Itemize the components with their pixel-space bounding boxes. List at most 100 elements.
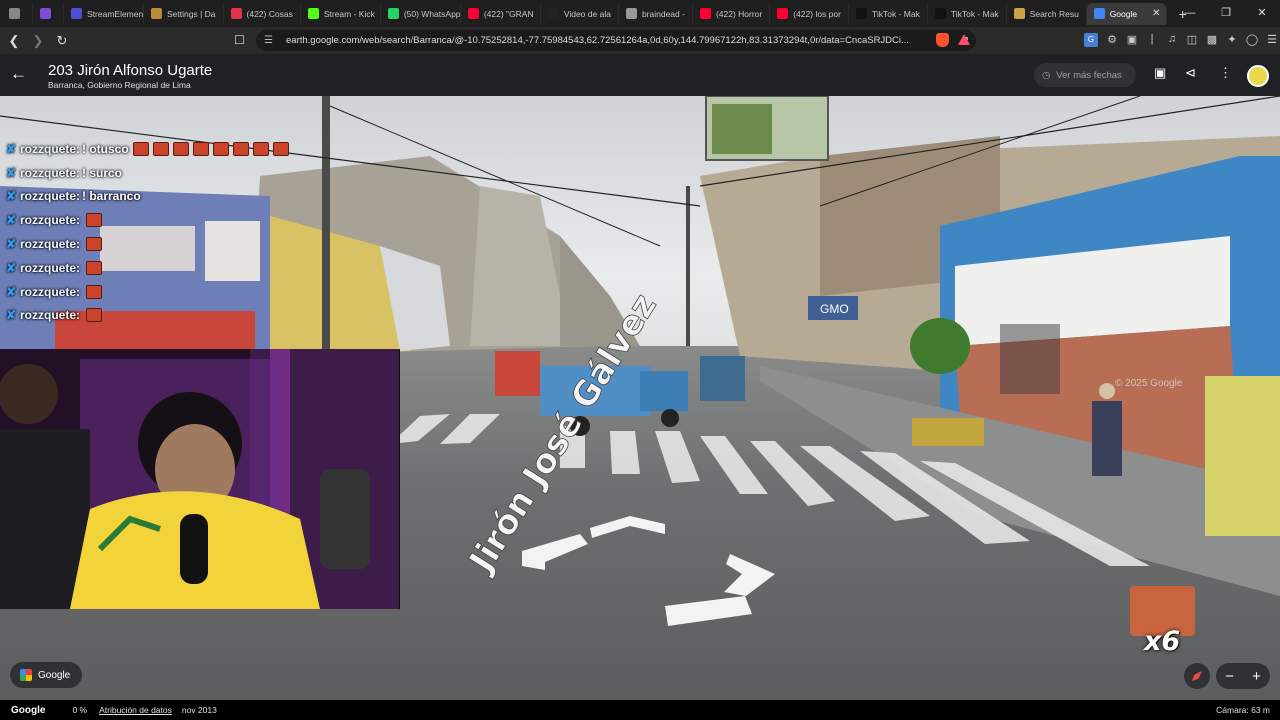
tab-label: (422) "GRAN: [483, 8, 534, 19]
browser-tab[interactable]: Settings | Da: [144, 2, 224, 25]
tab-favicon-icon: [467, 8, 479, 19]
zoom-in-icon[interactable]: +: [1252, 668, 1261, 685]
browser-tab[interactable]: Google ✕: [1086, 2, 1167, 25]
chat-emote-icon: [86, 260, 102, 275]
window-controls: — ❐ ✕: [1172, 0, 1280, 27]
chat-message: ✘ rozzquete:! barranco: [6, 185, 296, 209]
browser-tab[interactable]: Stream - Kick: [301, 2, 381, 25]
sidebar-icon[interactable]: ◫: [1182, 33, 1202, 47]
avatar[interactable]: [1247, 65, 1269, 87]
forward-icon[interactable]: ❯: [28, 33, 48, 49]
menu-icon[interactable]: ☰: [1262, 33, 1280, 47]
extensions-area: G ⚙ ▣ | ♫ ◫ ▩ ✦ ◯ ☰: [1084, 33, 1280, 47]
tab-favicon-icon: [40, 8, 51, 19]
wallet-icon[interactable]: ▩: [1202, 33, 1222, 47]
tab-label: Search Resu: [1029, 8, 1079, 19]
google-logo: Google: [11, 704, 46, 716]
tab-label: StreamElements: [87, 8, 144, 19]
google-layers-chip[interactable]: Google: [10, 662, 82, 688]
twitter-badge-icon: ✘: [6, 213, 17, 228]
browser-tab[interactable]: (422) Cosas: [224, 2, 301, 25]
chat-emote-icon: [192, 141, 209, 156]
tab-label: TikTok - Mak: [950, 8, 999, 19]
share-icon[interactable]: ⊲: [1185, 65, 1196, 81]
tab-favicon-icon: [777, 8, 789, 19]
tab-favicon-icon: [71, 8, 82, 19]
more-vert-icon[interactable]: ⋮: [1219, 65, 1232, 81]
browser-tab[interactable]: Video de ala: [541, 2, 619, 25]
browser-tab[interactable]: (422) Horror: [693, 2, 771, 25]
site-info-icon[interactable]: ☰: [264, 35, 278, 46]
address-url[interactable]: earth.google.com/web/search/Barranca/@-1…: [286, 35, 932, 46]
more-dates-button[interactable]: ◷ Ver más fechas: [1034, 63, 1136, 87]
back-icon[interactable]: ❮: [4, 33, 24, 49]
tab-label: Stream - Kick: [323, 8, 375, 19]
tab-favicon-icon: [230, 8, 242, 19]
chat-text: ! surco: [82, 165, 123, 180]
bookmark-icon[interactable]: ☐: [234, 33, 245, 47]
tab-favicon-icon: [9, 8, 20, 19]
minimize-icon[interactable]: —: [1172, 0, 1208, 27]
divider-icon: |: [1150, 33, 1154, 45]
browser-tab[interactable]: Search Resu: [1007, 2, 1087, 25]
brave-shields-icon[interactable]: [936, 33, 949, 47]
chat-emote-icon: [132, 141, 149, 156]
camera-altitude: Cámara: 63 m: [1216, 705, 1270, 715]
chat-emote-icon: [152, 141, 169, 156]
tab-label: (422) los por: [793, 8, 841, 19]
leo-icon[interactable]: ✦: [1222, 33, 1242, 47]
chat-username: rozzquete:: [20, 189, 80, 204]
earth-header: ← 203 Jirón Alfonso Ugarte Barranca, Gob…: [0, 54, 1280, 96]
chat-username: rozzquete:: [20, 284, 80, 299]
chat-emote-icon: [86, 237, 102, 252]
stream-chat-overlay: ✘ rozzquete:! otusco ✘ rozzquete:! surco ✘ ro…: [6, 137, 296, 327]
twitter-badge-icon: ✘: [6, 189, 17, 204]
tab-favicon-icon: [547, 8, 559, 19]
browser-tab[interactable]: braindead -: [619, 2, 693, 25]
tab-label: Settings | Da: [167, 8, 216, 19]
loading-percent: 0 %: [72, 705, 88, 715]
vpn-icon[interactable]: ◯: [1242, 33, 1262, 47]
arrow-left-icon[interactable]: ←: [10, 64, 27, 84]
google-maps-icon: [20, 669, 32, 681]
browser-tab[interactable]: (422) "GRAN: [461, 2, 541, 25]
brave-rewards-icon[interactable]: [958, 34, 970, 45]
chat-emote-icon: [232, 141, 249, 156]
media-icon[interactable]: ♫: [1162, 33, 1182, 47]
tab-label: (422) Horror: [715, 8, 763, 19]
browser-tab[interactable]: (422) los por: [770, 2, 849, 25]
chat-username: rozzquete:: [20, 260, 80, 275]
browser-tab[interactable]: (50) WhatsApp: [381, 2, 461, 25]
browser-tab[interactable]: [33, 2, 64, 25]
close-tab-icon[interactable]: ✕: [1152, 8, 1160, 19]
history-icon: ◷: [1042, 69, 1051, 81]
extension-icon[interactable]: ⚙: [1102, 33, 1122, 47]
screenshot-extension-icon[interactable]: ▣: [1122, 33, 1142, 47]
chat-message: ✘ rozzquete:! surco: [6, 161, 296, 185]
address-bar[interactable]: ☰ earth.google.com/web/search/Barranca/@…: [256, 30, 976, 51]
status-bar: Google 0 % Atribución de datos nov 2013 …: [0, 700, 1280, 720]
chat-message: ✘ rozzquete:: [6, 280, 296, 304]
compass-icon[interactable]: [1184, 663, 1210, 689]
twitter-badge-icon: ✘: [6, 141, 17, 156]
tab-favicon-icon: [934, 8, 946, 19]
browser-tab[interactable]: TikTok - Mak: [928, 2, 1007, 25]
place-title: 203 Jirón Alfonso Ugarte: [48, 62, 213, 79]
screenshot-icon[interactable]: ▣: [1154, 65, 1166, 81]
tab-favicon-icon: [1093, 8, 1105, 19]
data-attribution-link[interactable]: Atribución de datos: [99, 705, 172, 715]
place-subtitle: Barranca, Gobierno Regional de Lima: [48, 80, 191, 90]
translate-extension-icon[interactable]: G: [1084, 33, 1098, 47]
reload-icon[interactable]: ↻: [52, 33, 72, 49]
chat-text: ! otusco: [82, 141, 129, 156]
restore-icon[interactable]: ❐: [1208, 0, 1244, 27]
twitter-badge-icon: ✘: [6, 260, 17, 275]
browser-tab[interactable]: StreamElements: [64, 2, 144, 25]
close-window-icon[interactable]: ✕: [1244, 0, 1280, 27]
chat-username: rozzquete:: [20, 237, 80, 252]
browser-tab[interactable]: [2, 2, 33, 25]
tab-label: braindead -: [641, 8, 685, 19]
chat-username: rozzquete:: [20, 141, 80, 156]
browser-tab[interactable]: TikTok - Mak: [849, 2, 928, 25]
zoom-out-icon[interactable]: −: [1225, 668, 1234, 685]
